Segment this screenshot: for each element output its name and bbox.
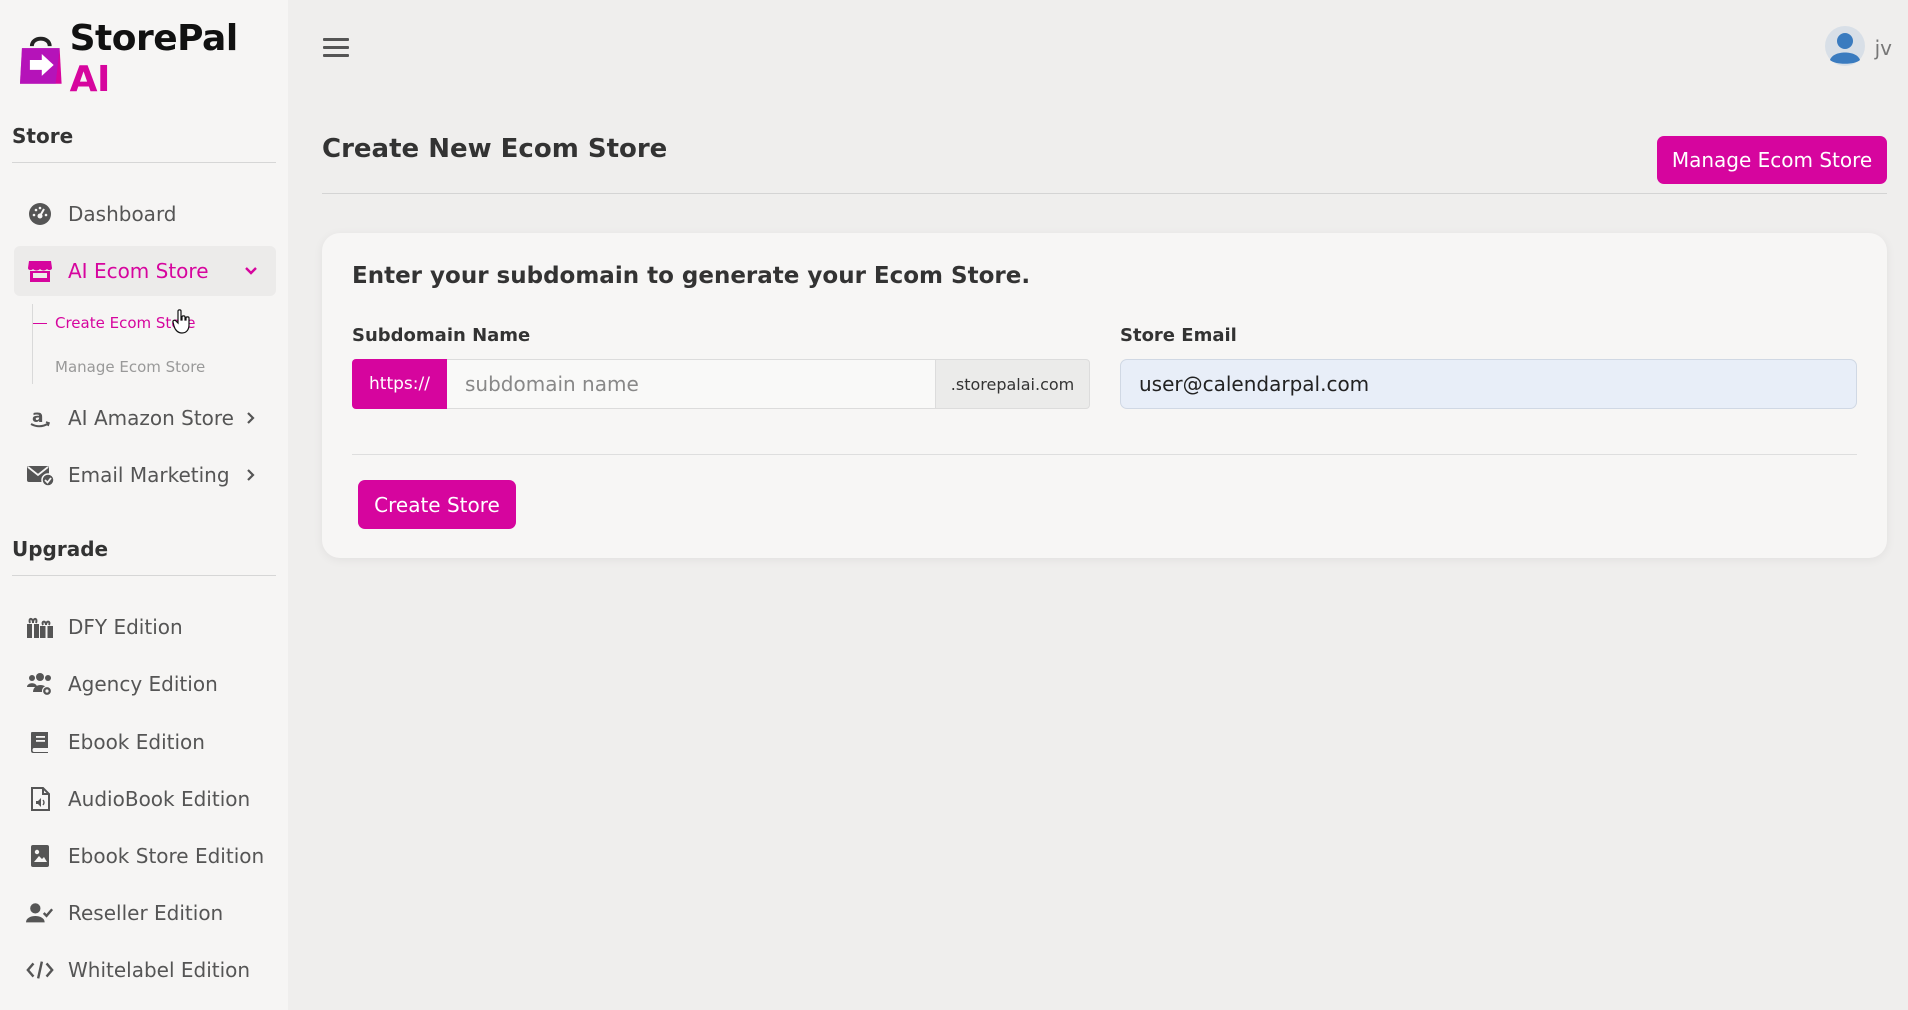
store-section-title: Store (12, 124, 74, 148)
book-icon (26, 728, 54, 756)
file-audio-icon (26, 785, 54, 813)
mouse-pointer-icon (172, 309, 190, 334)
sidebar-item-email-marketing[interactable]: Email Marketing (14, 450, 276, 500)
store-email-input[interactable] (1120, 359, 1857, 409)
mail-check-icon (26, 461, 54, 489)
active-indicator (33, 322, 47, 324)
code-icon (26, 956, 54, 984)
avatar (1824, 26, 1865, 70)
chevron-right-icon (240, 468, 262, 482)
user-check-icon (26, 899, 54, 927)
chevron-right-icon (240, 411, 262, 425)
sidebar-item-dfy-edition[interactable]: DFY Edition (14, 602, 276, 652)
create-store-button[interactable]: Create Store (358, 480, 516, 529)
title-divider (322, 193, 1887, 194)
amazon-icon: a (26, 404, 54, 432)
sidebar-item-ebook-edition[interactable]: Ebook Edition (14, 717, 276, 767)
subdomain-suffix: .storepalai.com (935, 359, 1090, 409)
sidebar-item-agency-edition[interactable]: Agency Edition (14, 659, 276, 709)
sidebar-item-ai-ecom-store[interactable]: AI Ecom Store (14, 246, 276, 296)
sidebar-item-audiobook-edition[interactable]: AudioBook Edition (14, 774, 276, 824)
subdomain-input[interactable] (447, 359, 935, 409)
sidebar: StorePal AI Store Dashboard AI Ecom Stor… (0, 0, 288, 1010)
sidebar-item-label: Email Marketing (68, 463, 230, 487)
ecom-store-submenu: Create Ecom Store Manage Ecom Store (32, 304, 272, 384)
chevron-down-icon (240, 266, 262, 276)
submenu-item-manage-ecom-store[interactable]: Manage Ecom Store (33, 352, 205, 382)
sidebar-item-label: AI Amazon Store (68, 406, 234, 430)
sidebar-item-label: Reseller Edition (68, 901, 224, 925)
gifts-icon (26, 613, 54, 641)
user-menu[interactable]: jv (1824, 26, 1892, 70)
sidebar-item-label: Agency Edition (68, 672, 218, 696)
svg-text:a: a (32, 407, 43, 427)
store-email-label: Store Email (1120, 325, 1237, 346)
submenu-spacer (33, 367, 47, 368)
page-title: Create New Ecom Store (322, 134, 668, 164)
sidebar-item-label: Whitelabel Edition (68, 958, 251, 982)
section-divider (12, 575, 276, 576)
sidebar-item-label: Dashboard (68, 202, 177, 226)
gauge-icon (26, 200, 54, 228)
sidebar-item-label: AudioBook Edition (68, 787, 251, 811)
create-store-card: Enter your subdomain to generate your Ec… (322, 233, 1887, 558)
sidebar-item-whitelabel-edition[interactable]: Whitelabel Edition (14, 945, 276, 995)
sidebar-item-ai-amazon-store[interactable]: a AI Amazon Store (14, 393, 276, 443)
sidebar-item-reseller-edition[interactable]: Reseller Edition (14, 888, 276, 938)
section-divider (12, 162, 276, 163)
submenu-item-label: Manage Ecom Store (55, 358, 206, 376)
user-name: jv (1874, 36, 1892, 60)
brand-logo[interactable]: StorePal AI (18, 18, 288, 100)
store-icon (26, 257, 54, 285)
sidebar-item-label: DFY Edition (68, 615, 183, 639)
shopping-bag-logo-icon (19, 36, 62, 84)
subdomain-prefix: https:// (352, 359, 447, 409)
menu-toggle-icon[interactable] (323, 38, 349, 58)
subdomain-label: Subdomain Name (352, 325, 531, 346)
sidebar-item-label: Ebook Store Edition (68, 844, 265, 868)
sidebar-item-ebook-store-edition[interactable]: Ebook Store Edition (14, 831, 276, 881)
upgrade-section-title: Upgrade (12, 537, 109, 561)
sidebar-item-label: Ebook Edition (68, 730, 205, 754)
users-gear-icon (26, 670, 54, 698)
card-divider (352, 454, 1857, 455)
book-image-icon (26, 842, 54, 870)
sidebar-item-label: AI Ecom Store (68, 259, 209, 283)
sidebar-item-dashboard[interactable]: Dashboard (14, 189, 276, 239)
card-title: Enter your subdomain to generate your Ec… (352, 263, 1031, 289)
manage-ecom-store-button[interactable]: Manage Ecom Store (1657, 136, 1887, 184)
